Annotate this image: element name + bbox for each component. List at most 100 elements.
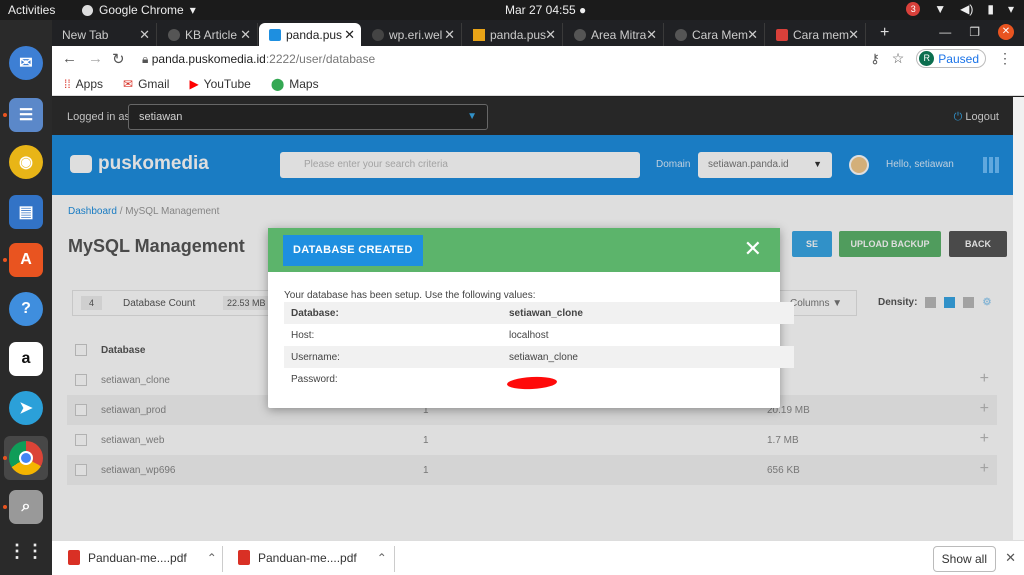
chrome-tab-strip: New Tab ✕ KB Article ✕ panda.pus ✕ wp.eri.w… — [52, 20, 1024, 46]
help-icon[interactable]: ? — [9, 292, 43, 326]
close-icon[interactable]: ✕ — [344, 27, 355, 43]
field-value: setiawan_clone — [509, 308, 583, 319]
download-shelf: Panduan-me....pdf ⌃ Panduan-me....pdf ⌃ … — [52, 540, 1024, 575]
activities-button[interactable]: Activities — [8, 3, 55, 17]
software-center-icon[interactable]: A — [9, 243, 43, 277]
download-filename: Panduan-me....pdf — [88, 550, 187, 565]
modal-field-database: Database: setiawan_clone — [284, 302, 794, 324]
forward-arrow-icon[interactable]: → — [88, 50, 103, 67]
wordpress-favicon-icon — [372, 28, 384, 41]
modal-intro: Your database has been setup. Use the fo… — [284, 290, 536, 301]
bookmark-gmail[interactable]: ✉ Gmail — [123, 77, 169, 91]
modal-header: DATABASE CREATED ✕ — [268, 228, 780, 272]
field-key: Database: — [291, 308, 339, 319]
database-created-modal: DATABASE CREATED ✕ Your database has bee… — [268, 228, 794, 408]
close-icon[interactable]: ✕ — [444, 27, 455, 43]
close-icon[interactable]: ✕ — [1005, 550, 1016, 566]
page-content: Logged in as setiawan ▼ ⏻ Logout puskome… — [52, 97, 1013, 540]
kebab-menu-icon[interactable]: ⋮ — [998, 50, 1012, 67]
tab-label: wp.eri.wel — [389, 27, 443, 42]
bookmark-maps[interactable]: ⬤ Maps — [271, 77, 319, 91]
chrome-icon[interactable] — [9, 441, 43, 475]
field-key: Host: — [291, 330, 315, 341]
reload-icon[interactable]: ↻ — [112, 50, 125, 68]
divider — [394, 546, 395, 572]
chevron-up-icon[interactable]: ⌃ — [377, 551, 387, 565]
close-icon[interactable]: ✕ — [240, 27, 251, 43]
tab-label: Cara Mem — [692, 27, 749, 42]
close-icon[interactable]: ✕ — [848, 27, 859, 43]
modal-field-username: Username: setiawan_clone — [284, 346, 794, 368]
profile-button[interactable]: R Paused — [916, 49, 986, 68]
tab-wp-eri[interactable]: wp.eri.wel ✕ — [362, 23, 462, 46]
address-bar[interactable]: 🔒︎ panda.puskomedia.id:2222/user/databas… — [142, 52, 375, 67]
running-indicator — [3, 113, 7, 117]
star-icon[interactable]: ☆ — [892, 50, 905, 67]
pdf-file-icon — [238, 550, 250, 565]
app-menu-label: Google Chrome — [99, 3, 184, 17]
app-menu[interactable]: Google Chrome ▾ — [82, 3, 196, 17]
divider — [222, 546, 223, 572]
volume-icon: ◀) — [960, 2, 974, 16]
url-path: :2222/user/database — [265, 52, 376, 66]
key-icon[interactable]: ⚷ — [870, 51, 880, 67]
close-icon[interactable]: ✕ — [139, 27, 150, 43]
minimize-icon[interactable]: — — [939, 25, 951, 39]
chevron-down-icon: ▾ — [1007, 2, 1014, 16]
apps-grid-icon: ⁞⁞ — [64, 76, 71, 91]
tab-area-mitra[interactable]: Area Mitra ✕ — [564, 23, 664, 46]
pdf-file-icon — [68, 550, 80, 565]
warning-favicon-icon — [473, 28, 485, 41]
writer-icon[interactable]: ▤ — [9, 195, 43, 229]
modal-field-host: Host: localhost — [284, 324, 792, 346]
image-viewer-icon[interactable]: ⌕ — [9, 490, 43, 524]
files-icon[interactable]: ☰ — [9, 98, 43, 132]
notification-badge[interactable]: 3 — [906, 2, 921, 16]
show-all-button[interactable]: Show all — [932, 546, 996, 572]
tab-panda-active[interactable]: panda.pus ✕ — [259, 23, 361, 46]
bookmark-label: Maps — [289, 76, 319, 91]
chevron-up-icon[interactable]: ⌃ — [207, 551, 217, 565]
tab-label: New Tab — [62, 27, 109, 42]
close-icon[interactable]: ✕ — [747, 27, 758, 43]
close-icon[interactable]: ✕ — [744, 238, 762, 260]
url-host: panda.puskomedia.id — [151, 52, 266, 66]
new-tab-plus-icon[interactable]: + — [880, 24, 889, 42]
bookmark-apps[interactable]: ⁞⁞ Apps — [64, 77, 103, 91]
bookmark-youtube[interactable]: ▶ YouTube — [189, 77, 250, 91]
tab-new-tab[interactable]: New Tab ✕ — [52, 23, 157, 46]
modal-title: DATABASE CREATED — [283, 235, 423, 266]
toolbar-actions: ⚷ ☆ R Paused ⋮ — [870, 49, 1012, 68]
back-arrow-icon[interactable]: ← — [62, 50, 77, 67]
telegram-icon[interactable]: ➤ — [9, 391, 43, 425]
rhythmbox-icon[interactable]: ◉ — [9, 145, 43, 179]
battery-icon: ▮ — [987, 2, 994, 16]
amazon-icon[interactable]: a — [9, 342, 43, 376]
clock[interactable]: Mar 27 04:55 ● — [505, 3, 586, 17]
window-close-icon[interactable]: ✕ — [998, 24, 1014, 40]
download-item[interactable]: Panduan-me....pdf ⌃ — [238, 550, 387, 565]
gmail-icon: ✉ — [123, 76, 134, 91]
tab-kb-article[interactable]: KB Article ✕ — [158, 23, 258, 46]
lock-icon: 🔒︎ — [142, 52, 152, 66]
system-top-bar: Activities Google Chrome ▾ Mar 27 04:55 … — [0, 0, 1024, 20]
close-icon[interactable]: ✕ — [545, 27, 556, 43]
tab-cara-mem[interactable]: Cara Mem ✕ — [665, 23, 765, 46]
bookmark-label: Apps — [75, 76, 104, 91]
running-indicator — [3, 505, 7, 509]
page-scrollbar[interactable] — [1013, 97, 1024, 540]
close-icon[interactable]: ✕ — [646, 27, 657, 43]
download-item[interactable]: Panduan-me....pdf ⌃ — [68, 550, 217, 565]
kb-favicon-icon — [168, 28, 180, 41]
tab-label: panda.pus — [490, 27, 547, 42]
system-tray[interactable]: 3 ▼ ◀) ▮ ▾ — [906, 2, 1014, 16]
maximize-icon[interactable]: ❐ — [969, 25, 980, 39]
globe-favicon-icon — [574, 28, 586, 41]
tab-cara-mem-2[interactable]: Cara mem ✕ — [766, 23, 866, 46]
directadmin-favicon-icon — [269, 28, 281, 41]
thunderbird-icon[interactable]: ✉ — [9, 46, 43, 80]
tab-panda-2[interactable]: panda.pus ✕ — [463, 23, 563, 46]
show-applications-icon[interactable]: ⋮⋮ — [8, 534, 44, 568]
bookmark-label: Gmail — [138, 76, 170, 91]
maps-pin-icon: ⬤ — [270, 76, 285, 91]
